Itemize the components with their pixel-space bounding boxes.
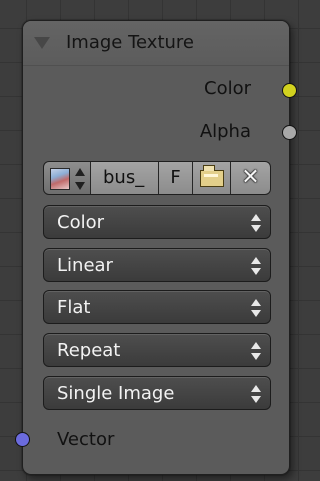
dropdown-value: Color: [57, 212, 104, 233]
browse-image-button[interactable]: [44, 162, 91, 194]
up-down-arrows-icon: [251, 342, 261, 360]
up-down-arrows-icon: [74, 168, 86, 190]
close-icon: ✕: [241, 165, 260, 190]
dropdown-value: Linear: [57, 255, 113, 276]
image-selector: bus_ F ✕: [43, 161, 271, 195]
output-label-alpha: Alpha: [199, 121, 251, 142]
extension-dropdown[interactable]: Repeat: [43, 333, 271, 367]
color-space-dropdown[interactable]: Color: [43, 205, 271, 239]
node-title: Image Texture: [66, 32, 194, 53]
image-texture-node[interactable]: Image Texture Color Alpha bus_ F ✕ Color…: [15, 20, 297, 475]
unlink-image-button[interactable]: ✕: [231, 162, 270, 194]
projection-dropdown[interactable]: Flat: [43, 290, 271, 324]
folder-open-icon: [200, 165, 224, 187]
dropdown-value: Single Image: [57, 383, 175, 404]
image-name-field[interactable]: bus_: [91, 162, 159, 194]
node-header[interactable]: Image Texture: [23, 21, 289, 66]
dropdown-value: Flat: [57, 297, 91, 318]
dropdown-value: Repeat: [57, 340, 121, 361]
up-down-arrows-icon: [251, 299, 261, 317]
interpolation-dropdown[interactable]: Linear: [43, 248, 271, 282]
output-socket-color[interactable]: [282, 83, 297, 98]
input-socket-vector[interactable]: [15, 432, 30, 447]
input-label-vector: Vector: [57, 429, 115, 450]
output-label-color: Color: [204, 78, 251, 99]
image-thumbnail-icon: [50, 168, 70, 190]
up-down-arrows-icon: [251, 214, 261, 232]
up-down-arrows-icon: [251, 385, 261, 403]
fake-user-button[interactable]: F: [159, 162, 193, 194]
open-image-button[interactable]: [193, 162, 231, 194]
up-down-arrows-icon: [251, 257, 261, 275]
source-dropdown[interactable]: Single Image: [43, 376, 271, 410]
output-socket-alpha[interactable]: [282, 125, 297, 140]
collapse-arrow-icon[interactable]: [34, 37, 50, 49]
